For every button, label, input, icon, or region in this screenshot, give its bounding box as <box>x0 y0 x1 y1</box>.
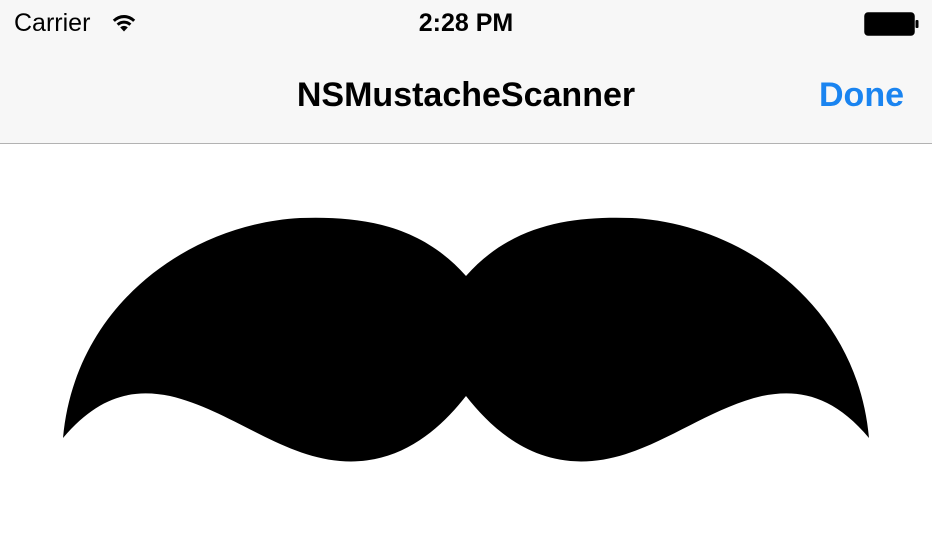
screen: Carrier 2:28 PM NSMustacheScanner Done <box>0 0 932 550</box>
done-button[interactable]: Done <box>819 75 904 115</box>
battery-icon <box>864 12 919 36</box>
content-area <box>0 144 932 550</box>
status-time: 2:28 PM <box>418 9 514 37</box>
top-bar: Carrier 2:28 PM NSMustacheScanner Done <box>0 0 932 144</box>
nav-title: NSMustacheScanner <box>296 76 636 114</box>
status-bar: Carrier 2:28 PM <box>0 0 932 48</box>
navigation-bar: NSMustacheScanner Done <box>0 48 932 144</box>
mustache-image <box>63 217 869 462</box>
